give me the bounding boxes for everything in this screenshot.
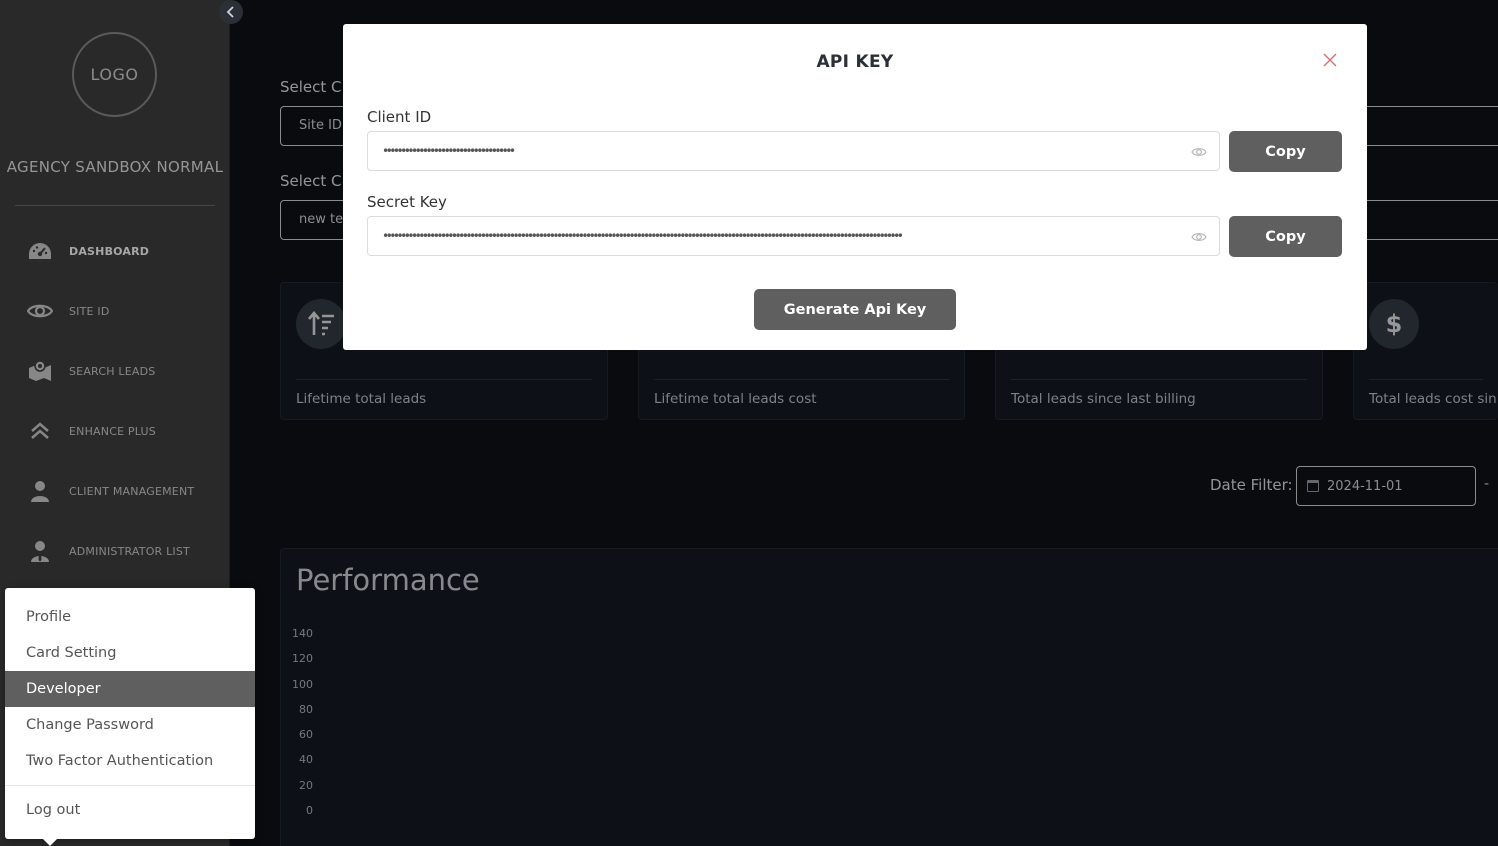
copy-client-id-button[interactable]: Copy — [1229, 131, 1342, 172]
modal-title: API KEY — [816, 52, 894, 72]
secret-key-value: ••••••••••••••••••••••••••••••••••••••••… — [382, 229, 904, 243]
menu-divider — [5, 785, 255, 786]
client-id-label: Client ID — [367, 108, 432, 126]
menu-item-card-setting[interactable]: Card Setting — [5, 635, 255, 671]
eye-icon[interactable] — [1191, 229, 1207, 245]
client-id-value: •••••••••••••••••••••••••••••••••••• — [382, 144, 516, 158]
generate-api-key-button[interactable]: Generate Api Key — [754, 289, 956, 330]
api-key-modal: API KEY Client ID ••••••••••••••••••••••… — [343, 24, 1367, 350]
chevron-left-icon[interactable] — [219, 0, 243, 24]
menu-item-profile[interactable]: Profile — [5, 599, 255, 635]
close-icon[interactable] — [1320, 50, 1340, 70]
menu-item-developer[interactable]: Developer — [5, 671, 255, 707]
profile-dropdown-menu: Profile Card Setting Developer Change Pa… — [5, 588, 255, 846]
menu-item-change-password[interactable]: Change Password — [5, 707, 255, 743]
copy-secret-key-button[interactable]: Copy — [1229, 216, 1342, 257]
menu-item-two-factor-authentication[interactable]: Two Factor Authentication — [5, 743, 255, 779]
client-id-field[interactable]: •••••••••••••••••••••••••••••••••••• — [367, 131, 1220, 171]
secret-key-label: Secret Key — [367, 193, 447, 211]
dropdown-caret — [42, 838, 58, 846]
secret-key-field[interactable]: ••••••••••••••••••••••••••••••••••••••••… — [367, 216, 1220, 256]
menu-item-log-out[interactable]: Log out — [5, 792, 255, 828]
eye-icon[interactable] — [1191, 144, 1207, 160]
